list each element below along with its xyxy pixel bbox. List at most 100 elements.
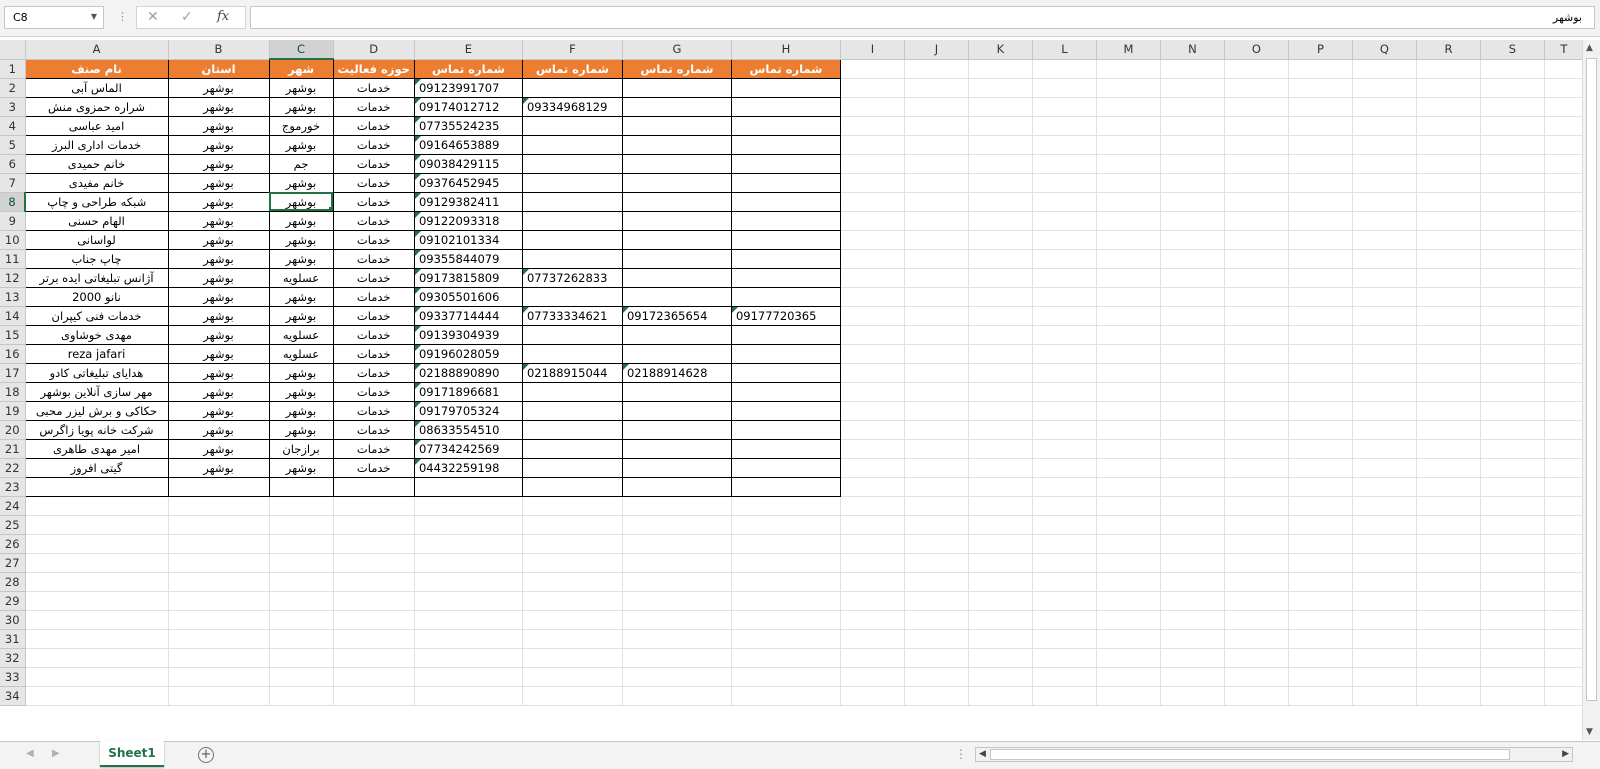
cell[interactable]: [968, 116, 1033, 136]
phone-cell[interactable]: 02188915044: [521, 362, 623, 383]
cell[interactable]: [1224, 477, 1289, 497]
cell[interactable]: [1224, 211, 1289, 231]
cell[interactable]: [521, 77, 623, 98]
cell[interactable]: [269, 629, 334, 649]
cell[interactable]: [1288, 287, 1353, 307]
cell[interactable]: [168, 648, 270, 668]
cell[interactable]: [840, 667, 905, 687]
cell[interactable]: [1032, 249, 1097, 269]
cell[interactable]: بوشهر: [268, 362, 334, 383]
row-header[interactable]: 32: [0, 648, 26, 668]
row-header[interactable]: 34: [0, 686, 26, 706]
cell[interactable]: جم: [268, 153, 334, 174]
cell[interactable]: بوشهر: [268, 419, 334, 440]
cell[interactable]: [25, 629, 169, 649]
cell[interactable]: [414, 515, 523, 535]
cell[interactable]: [1544, 154, 1584, 174]
row-header[interactable]: 3: [0, 97, 26, 117]
cell[interactable]: [968, 458, 1033, 478]
cell[interactable]: [1032, 230, 1097, 250]
cell[interactable]: [1416, 211, 1481, 231]
cell[interactable]: [622, 591, 732, 611]
cell[interactable]: [968, 515, 1033, 535]
cell[interactable]: [521, 172, 623, 193]
cell[interactable]: [904, 287, 969, 307]
header-cell[interactable]: شماره تماس: [730, 58, 841, 79]
cell[interactable]: [1288, 648, 1353, 668]
row-header[interactable]: 24: [0, 496, 26, 516]
cell[interactable]: [1288, 629, 1353, 649]
cell[interactable]: [1352, 344, 1417, 364]
cell[interactable]: [1288, 458, 1353, 478]
cell[interactable]: [1544, 287, 1584, 307]
cell[interactable]: [1224, 629, 1289, 649]
cell[interactable]: [1224, 78, 1289, 98]
cell[interactable]: [622, 610, 732, 630]
cell[interactable]: [168, 572, 270, 592]
cell[interactable]: [904, 154, 969, 174]
cell[interactable]: [1288, 268, 1353, 288]
cell[interactable]: [1160, 629, 1225, 649]
cell[interactable]: [1032, 610, 1097, 630]
cell[interactable]: [333, 496, 415, 516]
cell[interactable]: [1480, 363, 1545, 383]
vertical-scroll-thumb[interactable]: [1586, 58, 1597, 701]
row-header[interactable]: 10: [0, 230, 26, 250]
cell[interactable]: [622, 572, 732, 592]
cell[interactable]: [1288, 97, 1353, 117]
cell[interactable]: [1096, 382, 1161, 402]
phone-cell[interactable]: 09102101334: [413, 229, 523, 250]
cell[interactable]: عسلویه: [268, 324, 334, 345]
cell[interactable]: [1416, 154, 1481, 174]
cell[interactable]: [904, 78, 969, 98]
cell[interactable]: [1352, 667, 1417, 687]
column-header-t[interactable]: T: [1544, 40, 1584, 60]
cell[interactable]: [1032, 287, 1097, 307]
cell[interactable]: [168, 610, 270, 630]
cell[interactable]: [1160, 154, 1225, 174]
cell[interactable]: [1288, 249, 1353, 269]
cell[interactable]: [1224, 154, 1289, 174]
cell[interactable]: خدمات: [332, 248, 415, 269]
cell[interactable]: [1288, 59, 1353, 79]
cell[interactable]: [904, 572, 969, 592]
cell[interactable]: [840, 591, 905, 611]
cell[interactable]: [414, 648, 523, 668]
cell[interactable]: [731, 553, 841, 573]
cell[interactable]: [730, 134, 841, 155]
cell[interactable]: [840, 116, 905, 136]
cell[interactable]: [840, 534, 905, 554]
cell[interactable]: خدمات: [332, 153, 415, 174]
cell[interactable]: خدمات: [332, 210, 415, 231]
scroll-up-icon[interactable]: ▲: [1586, 43, 1593, 53]
cell[interactable]: [840, 610, 905, 630]
cell[interactable]: [1032, 629, 1097, 649]
cell[interactable]: [1416, 230, 1481, 250]
cell[interactable]: [1480, 287, 1545, 307]
cell[interactable]: [1416, 515, 1481, 535]
cell[interactable]: [1096, 154, 1161, 174]
cell[interactable]: [1480, 648, 1545, 668]
cell[interactable]: بوشهر: [167, 248, 270, 269]
cell[interactable]: [1224, 515, 1289, 535]
column-header-b[interactable]: B: [168, 40, 270, 60]
cell[interactable]: [1224, 344, 1289, 364]
cell[interactable]: [621, 343, 732, 364]
cell[interactable]: [1288, 534, 1353, 554]
cell[interactable]: خورموج: [268, 115, 334, 136]
phone-cell[interactable]: 09123991707: [413, 77, 523, 98]
cell[interactable]: [414, 686, 523, 706]
cell[interactable]: [1224, 686, 1289, 706]
cell[interactable]: [1160, 211, 1225, 231]
cell[interactable]: [1480, 382, 1545, 402]
column-header-f[interactable]: F: [522, 40, 623, 60]
cell[interactable]: [1032, 648, 1097, 668]
cell[interactable]: خدمات: [332, 400, 415, 421]
insert-function-icon[interactable]: fx: [217, 9, 229, 24]
cell[interactable]: [1544, 591, 1584, 611]
cell[interactable]: [1480, 420, 1545, 440]
cell[interactable]: [269, 553, 334, 573]
row-header[interactable]: 16: [0, 344, 26, 364]
column-header-q[interactable]: Q: [1352, 40, 1417, 60]
phone-cell[interactable]: 09305501606: [413, 286, 523, 307]
